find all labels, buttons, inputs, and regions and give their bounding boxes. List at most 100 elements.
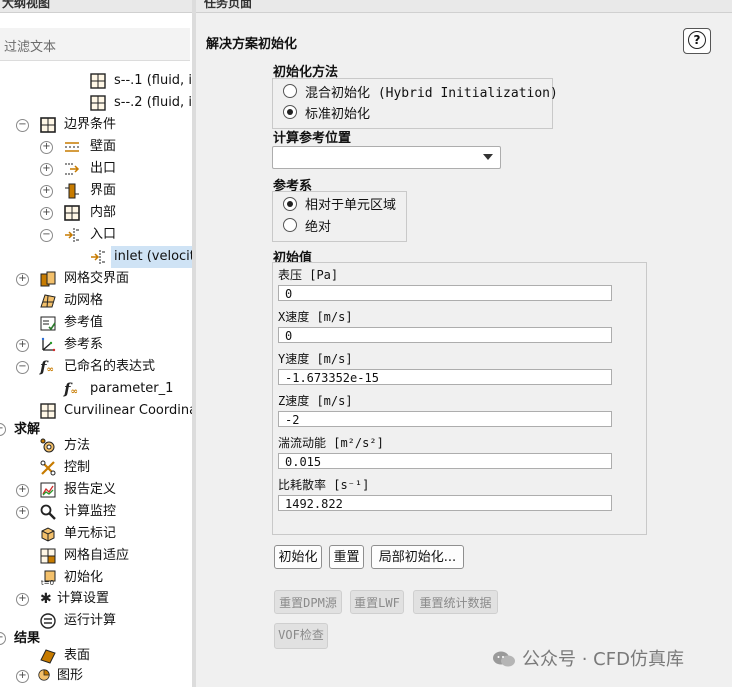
mesh-interface-icon bbox=[40, 271, 56, 287]
reference-values-icon bbox=[40, 316, 56, 331]
tree-item-named-expressions[interactable]: − f∞ 已命名的表达式 bbox=[0, 356, 192, 378]
tree-item-initialization[interactable]: t=0 初始化 bbox=[0, 567, 192, 589]
gauge-pressure-input[interactable]: 0 bbox=[278, 285, 612, 301]
outlet-icon bbox=[65, 163, 80, 175]
tree-item-interior[interactable]: + 内部 bbox=[0, 202, 192, 224]
x-velocity-input[interactable]: 0 bbox=[278, 327, 612, 343]
tree-item-graphics[interactable]: + 图形 bbox=[0, 665, 192, 687]
patch-button[interactable]: 局部初始化... bbox=[371, 545, 464, 569]
z-velocity-label: Z速度 [m/s] bbox=[278, 394, 353, 408]
radio-relative-cell-zone[interactable] bbox=[283, 197, 297, 211]
expand-toggle-icon[interactable]: + bbox=[40, 207, 53, 220]
tree-label: 表面 bbox=[64, 648, 91, 663]
vof-check-button[interactable]: VOF检查 bbox=[274, 623, 328, 649]
tree-label: 报告定义 bbox=[64, 482, 117, 497]
reset-button[interactable]: 重置 bbox=[329, 545, 364, 569]
option-absolute-label: 绝对 bbox=[305, 220, 332, 235]
tree-item-dynamic-mesh[interactable]: 动网格 bbox=[0, 290, 192, 312]
expand-toggle-icon[interactable]: + bbox=[40, 163, 53, 176]
initialization-icon: t=0 bbox=[41, 570, 56, 586]
tree-label: Curvilinear Coordina bbox=[64, 403, 192, 418]
expand-toggle-icon[interactable]: + bbox=[16, 484, 29, 497]
collapse-toggle-icon[interactable]: − bbox=[16, 361, 29, 374]
boundary-grid-icon bbox=[40, 117, 56, 133]
collapse-icon[interactable]: ‹ bbox=[204, 0, 726, 6]
expand-toggle-icon[interactable]: + bbox=[40, 141, 53, 154]
reset-dpm-button[interactable]: 重置DPM源 bbox=[274, 590, 342, 614]
tree-label: 参考值 bbox=[64, 315, 104, 330]
help-button[interactable]: ? bbox=[683, 28, 711, 54]
wall-icon bbox=[65, 142, 79, 152]
tree-item-mesh-interfaces[interactable]: + 网格交界面 bbox=[0, 268, 192, 290]
z-velocity-input[interactable]: -2 bbox=[278, 411, 612, 427]
outline-header: 大纲视图 ‹ bbox=[0, 0, 192, 13]
collapse-toggle-icon[interactable]: − bbox=[40, 229, 53, 242]
gear-icon: ✱ bbox=[40, 591, 52, 607]
expand-toggle-icon[interactable]: + bbox=[16, 506, 29, 519]
outline-panel: 大纲视图 ‹ 过滤文本 s--.1 (fluid, id s--.2 (flui… bbox=[0, 0, 192, 687]
filter-placeholder: 过滤文本 bbox=[4, 40, 57, 55]
tree-item-reference-values[interactable]: 参考值 bbox=[0, 312, 192, 334]
expand-toggle-icon[interactable]: + bbox=[40, 185, 53, 198]
axes-icon bbox=[41, 337, 56, 352]
chevron-down-icon bbox=[483, 154, 493, 160]
expand-toggle-icon[interactable]: + bbox=[16, 670, 29, 683]
page-title: 解决方案初始化 bbox=[206, 37, 298, 52]
surface-icon bbox=[40, 649, 56, 664]
tree-item-surfaces[interactable]: 表面 bbox=[0, 645, 192, 667]
initialize-button[interactable]: 初始化 bbox=[274, 545, 322, 569]
tree-item-boundary-conditions[interactable]: − 边界条件 bbox=[0, 114, 192, 136]
tree-label: 网格自适应 bbox=[64, 548, 130, 563]
tree-label: 运行计算 bbox=[64, 613, 117, 628]
expand-toggle-icon[interactable]: + bbox=[16, 339, 29, 352]
radio-standard-init[interactable] bbox=[283, 105, 297, 119]
tree-item-report-definitions[interactable]: + 报告定义 bbox=[0, 479, 192, 501]
compute-from-dropdown[interactable] bbox=[272, 146, 501, 169]
tree-item-wall[interactable]: + 壁面 bbox=[0, 136, 192, 158]
tree-label: 控制 bbox=[64, 460, 91, 475]
tree-item-methods[interactable]: 方法 bbox=[0, 435, 192, 457]
grid-icon bbox=[90, 73, 106, 89]
tree-label: s--.1 (fluid, id bbox=[114, 73, 192, 88]
y-velocity-input[interactable]: -1.673352e-15 bbox=[278, 369, 612, 385]
tree-item-interface[interactable]: + 界面 bbox=[0, 180, 192, 202]
reset-lwf-button[interactable]: 重置LWF bbox=[350, 590, 404, 614]
gauge-pressure-label: 表压 [Pa] bbox=[278, 268, 339, 282]
tree-item-adaption[interactable]: 网格自适应 bbox=[0, 545, 192, 567]
section-results[interactable]: 结果 bbox=[0, 627, 40, 646]
interior-grid-icon bbox=[64, 205, 80, 221]
filter-input[interactable]: 过滤文本 bbox=[0, 28, 190, 61]
turbulent-ke-input[interactable]: 0.015 bbox=[278, 453, 612, 469]
tree-label: 界面 bbox=[90, 183, 117, 198]
tree-item-parameter[interactable]: f∞ parameter_1 bbox=[0, 378, 192, 400]
tree-item-inlet[interactable]: − 入口 bbox=[0, 224, 192, 246]
expand-toggle-icon[interactable]: + bbox=[16, 593, 29, 606]
task-page-header: 任务页面 ‹ bbox=[196, 0, 732, 13]
tree-item-cell-registers[interactable]: 单元标记 bbox=[0, 523, 192, 545]
tree-item-cell-zone-1[interactable]: s--.1 (fluid, id bbox=[0, 70, 192, 92]
tree-item-controls[interactable]: 控制 bbox=[0, 457, 192, 479]
expand-toggle-icon[interactable]: + bbox=[16, 273, 29, 286]
tree-item-calculation-activities[interactable]: + ✱ 计算设置 bbox=[0, 588, 192, 610]
collapse-toggle-icon[interactable]: − bbox=[16, 119, 29, 132]
wechat-icon bbox=[493, 651, 515, 667]
specific-dissipation-input[interactable]: 1492.822 bbox=[278, 495, 612, 511]
tree-item-monitors[interactable]: + 计算监控 bbox=[0, 501, 192, 523]
tree-label: 初始化 bbox=[64, 570, 104, 585]
tree-label: 单元标记 bbox=[64, 526, 117, 541]
y-velocity-label: Y速度 [m/s] bbox=[278, 352, 353, 366]
radio-absolute[interactable] bbox=[283, 218, 297, 232]
grid-icon bbox=[90, 95, 106, 111]
tree-item-reference-frames[interactable]: + 参考系 bbox=[0, 334, 192, 356]
specific-dissipation-label: 比耗散率 [s⁻¹] bbox=[278, 478, 370, 492]
reset-statistics-button[interactable]: 重置统计数据 bbox=[413, 590, 498, 614]
tree-label: 方法 bbox=[64, 438, 91, 453]
tree-item-outlet[interactable]: + 出口 bbox=[0, 158, 192, 180]
tree-item-inlet-velocity[interactable]: inlet (velocity bbox=[0, 246, 192, 268]
adaption-icon bbox=[40, 548, 56, 564]
dynamic-mesh-icon bbox=[40, 294, 56, 308]
tree-item-cell-zone-2[interactable]: s--.2 (fluid, id bbox=[0, 92, 192, 114]
collapse-icon[interactable]: ‹ bbox=[2, 0, 186, 6]
tree-label: 出口 bbox=[90, 161, 117, 176]
radio-hybrid-init[interactable] bbox=[283, 84, 297, 98]
